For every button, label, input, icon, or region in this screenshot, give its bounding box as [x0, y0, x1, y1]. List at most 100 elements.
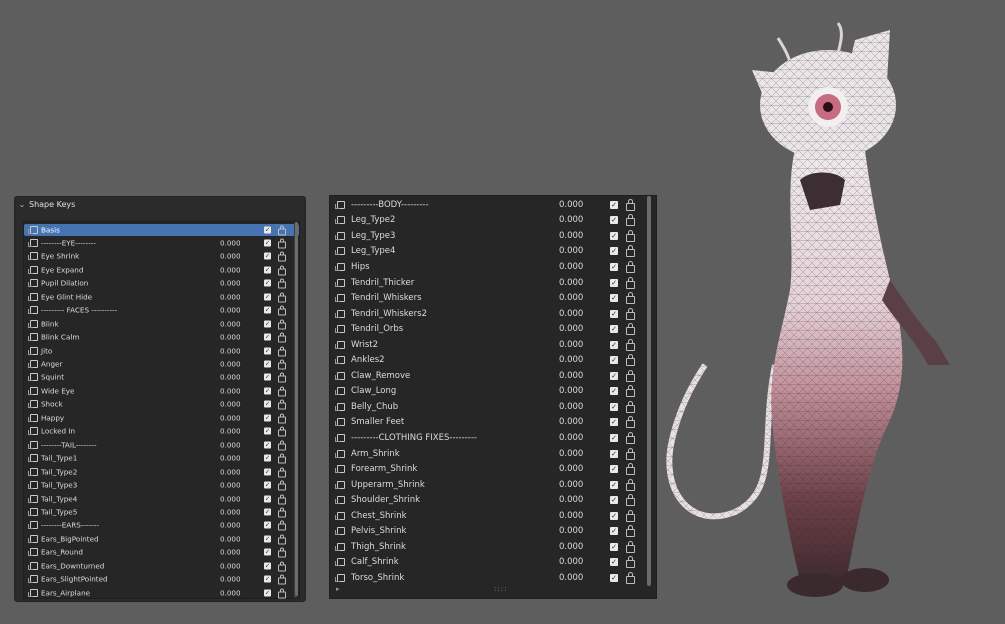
checkbox-checked-icon[interactable]: ✓ [264, 508, 271, 516]
unlock-icon[interactable] [626, 571, 635, 584]
shape-key-value[interactable]: 0.000 [559, 495, 583, 505]
shape-key-row[interactable]: Tendril_Whiskers 0.000 ✓ [330, 290, 656, 306]
shape-key-name[interactable]: Blink [41, 319, 59, 328]
checkbox-checked-icon[interactable]: ✓ [264, 226, 271, 233]
shape-key-value[interactable]: 0.000 [220, 521, 241, 530]
checkbox-checked-icon[interactable]: ✓ [610, 371, 618, 380]
checkbox-checked-icon[interactable]: ✓ [264, 266, 271, 274]
shape-key-row[interactable]: Belly_Chub 0.000 ✓ [330, 399, 656, 415]
unlock-icon[interactable] [278, 507, 286, 518]
checkbox-checked-icon[interactable]: ✓ [610, 216, 618, 225]
unlock-icon[interactable] [278, 265, 286, 276]
shape-key-name[interactable]: Belly_Chub [351, 402, 398, 412]
unlock-icon[interactable] [278, 332, 286, 343]
shape-key-name[interactable]: Thigh_Shrink [351, 542, 406, 552]
checkbox-checked-icon[interactable]: ✓ [610, 449, 618, 458]
unlock-icon[interactable] [626, 214, 635, 227]
shape-key-row[interactable]: Shoulder_Shrink 0.000 ✓ [330, 492, 656, 508]
shape-key-row[interactable]: Thigh_Shrink 0.000 ✓ [330, 539, 656, 555]
shape-key-value[interactable]: 0.000 [220, 386, 241, 395]
shape-key-row[interactable]: Upperarm_Shrink 0.000 ✓ [330, 477, 656, 493]
shape-key-row[interactable]: Leg_Type4 0.000 ✓ [330, 244, 656, 260]
shape-key-row[interactable]: Forearm_Shrink 0.000 ✓ [330, 461, 656, 477]
checkbox-checked-icon[interactable]: ✓ [610, 558, 618, 567]
shape-key-value[interactable]: 0.000 [220, 575, 241, 584]
shape-key-name[interactable]: Squint [41, 373, 64, 382]
shape-key-value[interactable]: 0.000 [220, 467, 241, 476]
shape-key-value[interactable]: 0.000 [559, 542, 583, 552]
shape-key-row[interactable]: Tendril_Orbs 0.000 ✓ [330, 321, 656, 337]
shape-key-value[interactable]: 0.000 [220, 548, 241, 557]
checkbox-checked-icon[interactable]: ✓ [610, 325, 618, 334]
shape-key-row[interactable]: Pupil Dilation 0.000 ✓ [24, 277, 299, 289]
shape-key-name[interactable]: Wrist2 [351, 340, 378, 350]
shape-key-row[interactable]: Tail_Type3 0.000 ✓ [24, 479, 299, 491]
shape-key-value[interactable]: 0.000 [559, 340, 583, 350]
shape-key-value[interactable]: 0.000 [220, 427, 241, 436]
unlock-icon[interactable] [278, 292, 286, 303]
checkbox-checked-icon[interactable]: ✓ [264, 387, 271, 395]
shape-key-value[interactable]: 0.000 [559, 200, 583, 210]
chevron-down-icon[interactable]: ⌄ [15, 197, 29, 213]
shape-key-value[interactable]: 0.000 [559, 449, 583, 459]
triangle-right-icon[interactable]: ▸ [336, 585, 340, 593]
shape-key-row[interactable]: Ears_Downturned 0.000 ✓ [24, 560, 299, 572]
shape-key-value[interactable]: 0.000 [220, 306, 241, 315]
shape-key-value[interactable]: 0.000 [220, 360, 241, 369]
shape-key-value[interactable]: 0.000 [559, 464, 583, 474]
shape-key-name[interactable]: Eye Expand [41, 265, 83, 274]
unlock-icon[interactable] [626, 385, 635, 398]
shape-key-row[interactable]: Eye Shrink 0.000 ✓ [24, 250, 299, 262]
unlock-icon[interactable] [278, 319, 286, 330]
shape-key-value[interactable]: 0.000 [220, 413, 241, 422]
shape-key-name[interactable]: Calf_Shrink [351, 557, 399, 567]
unlock-icon[interactable] [626, 369, 635, 382]
shape-key-row[interactable]: Tail_Type5 0.000 ✓ [24, 506, 299, 518]
unlock-icon[interactable] [278, 547, 286, 558]
checkbox-checked-icon[interactable]: ✓ [610, 200, 618, 209]
unlock-icon[interactable] [626, 307, 635, 320]
shape-key-row[interactable]: Ears_SlightPointed 0.000 ✓ [24, 573, 299, 585]
checkbox-checked-icon[interactable]: ✓ [264, 441, 271, 449]
viewport-character-model[interactable] [650, 20, 1005, 610]
shape-key-value[interactable]: 0.000 [220, 279, 241, 288]
checkbox-checked-icon[interactable]: ✓ [264, 495, 271, 502]
unlock-icon[interactable] [278, 225, 286, 235]
shape-key-row[interactable]: Ears_Round 0.000 ✓ [24, 546, 299, 558]
shape-key-name[interactable]: Claw_Long [351, 386, 396, 396]
checkbox-checked-icon[interactable]: ✓ [610, 387, 618, 396]
shape-key-row[interactable]: Tendril_Thicker 0.000 ✓ [330, 275, 656, 291]
unlock-icon[interactable] [278, 413, 286, 424]
unlock-icon[interactable] [626, 416, 635, 429]
shape-key-row[interactable]: Claw_Long 0.000 ✓ [330, 384, 656, 400]
shape-key-name[interactable]: Pelvis_Shrink [351, 526, 406, 536]
shape-key-value[interactable]: 0.000 [559, 557, 583, 567]
checkbox-checked-icon[interactable]: ✓ [610, 247, 618, 256]
shape-key-value[interactable]: 0.000 [220, 373, 241, 382]
shape-key-value[interactable]: 0.000 [220, 534, 241, 543]
shape-key-name[interactable]: Shoulder_Shrink [351, 495, 420, 505]
shape-key-name[interactable]: Hips [351, 262, 370, 272]
shape-key-row[interactable]: ---------BODY--------- 0.000 ✓ [330, 197, 656, 213]
shape-key-name[interactable]: Chest_Shrink [351, 511, 407, 521]
checkbox-checked-icon[interactable]: ✓ [264, 468, 271, 476]
shape-key-row[interactable]: ---------CLOTHING FIXES--------- 0.000 ✓ [330, 430, 656, 446]
shape-key-value[interactable]: 0.000 [220, 292, 241, 301]
shape-key-value[interactable]: 0.000 [559, 278, 583, 288]
unlock-icon[interactable] [626, 260, 635, 273]
unlock-icon[interactable] [626, 276, 635, 289]
shape-key-value[interactable]: 0.000 [220, 333, 241, 342]
shape-key-row[interactable]: Eye Glint Hide 0.000 ✓ [24, 291, 299, 303]
checkbox-checked-icon[interactable]: ✓ [264, 481, 271, 489]
checkbox-checked-icon[interactable]: ✓ [610, 356, 618, 365]
shape-key-name[interactable]: Tail_Type3 [41, 481, 77, 490]
checkbox-checked-icon[interactable]: ✓ [610, 542, 618, 551]
shape-key-value[interactable]: 0.000 [220, 440, 241, 449]
unlock-icon[interactable] [278, 426, 286, 437]
unlock-icon[interactable] [278, 520, 286, 531]
shape-key-row[interactable]: Torso_Shrink 0.000 ✓ [330, 570, 656, 586]
shape-key-row[interactable]: Claw_Remove 0.000 ✓ [330, 368, 656, 384]
checkbox-checked-icon[interactable]: ✓ [264, 252, 271, 260]
shape-key-name[interactable]: Eye Glint Hide [41, 292, 92, 301]
shape-key-row[interactable]: Ankles2 0.000 ✓ [330, 353, 656, 369]
